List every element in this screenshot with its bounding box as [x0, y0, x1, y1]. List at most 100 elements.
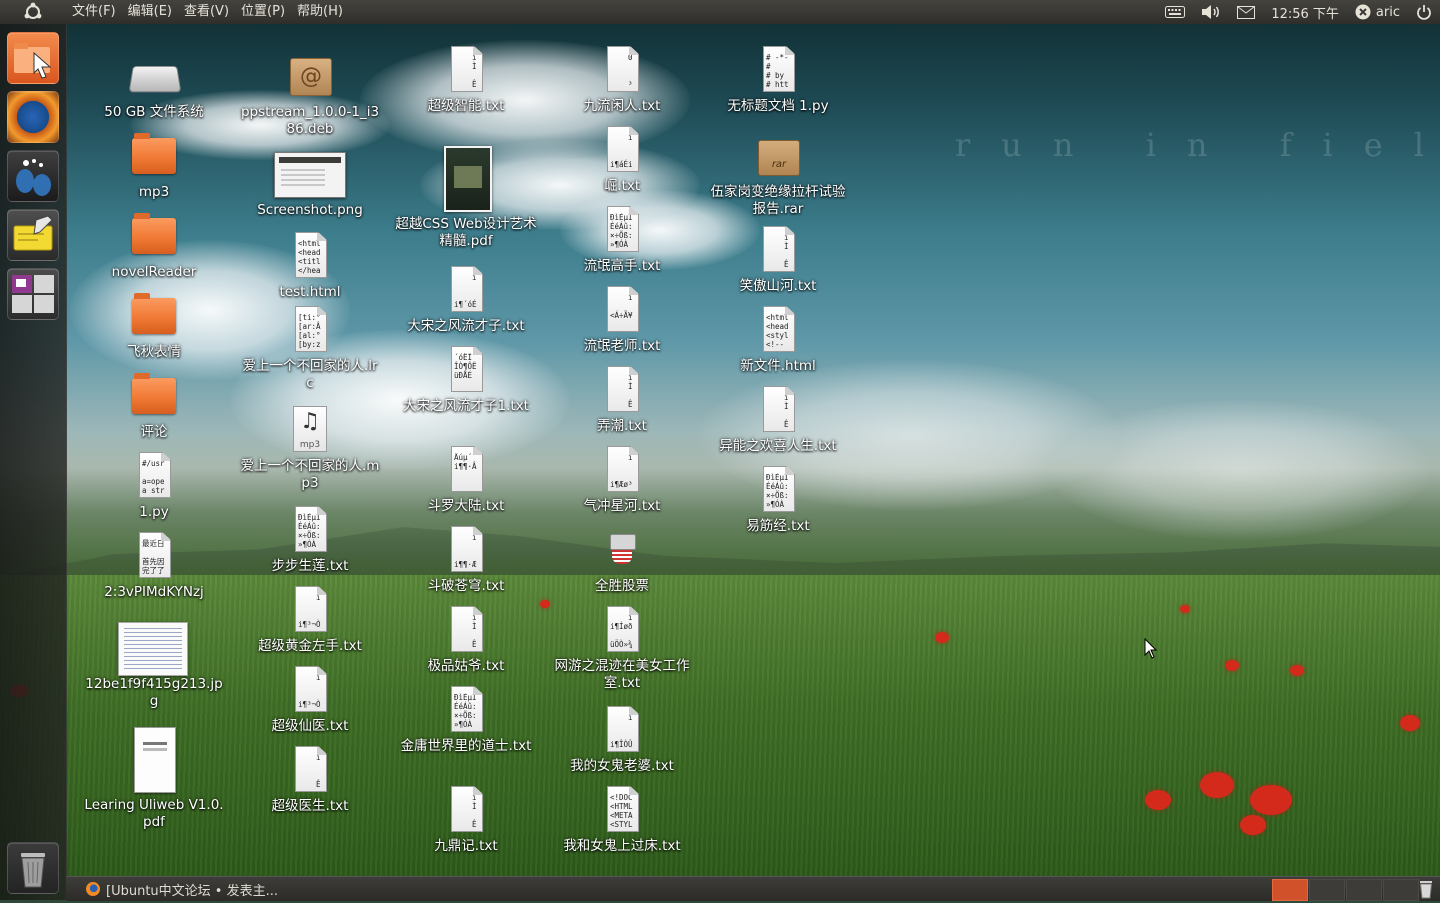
html-file-icon[interactable]: <html <head <styl <!-- 新文件.html: [703, 306, 853, 375]
icon-label: Screenshot.png: [257, 202, 363, 218]
audio-file-icon[interactable]: 爱上一个不回家的人.mp3: [235, 406, 385, 492]
power-icon[interactable]: [1408, 0, 1440, 24]
text-file-icon[interactable]: i Ì Ê 弄潮.txt: [547, 366, 697, 435]
notes-icon[interactable]: [7, 209, 59, 261]
drive-icon-50gb[interactable]: 50 GB 文件系统: [79, 52, 229, 121]
icon-label: mp3: [138, 184, 170, 200]
text-file-icon[interactable]: Äúµ´ i¶¶·Â 斗罗大陆.txt: [391, 446, 541, 515]
icon-label: 异能之欢喜人生.txt: [719, 438, 837, 454]
firefox-icon[interactable]: [7, 91, 59, 143]
folder-icon-pinglun[interactable]: 评论: [79, 372, 229, 441]
icon-label: 我和女鬼上过床.txt: [563, 838, 681, 854]
text-file-icon[interactable]: 0 ³ 九流闲人.txt: [547, 46, 697, 115]
gimp-icon[interactable]: [7, 150, 59, 202]
file-preview: i Ì Ê: [472, 613, 477, 649]
icon-label: 弄潮.txt: [597, 418, 647, 434]
icon-label: novelReader: [111, 264, 197, 280]
icon-label: 网游之混迹在美女工作室.txt: [554, 658, 690, 691]
taskbar-window-title: [Ubuntu中文论坛 • 发表主...: [106, 883, 278, 899]
workspace-1[interactable]: [1272, 879, 1308, 901]
text-file-icon[interactable]: i Ì Ê 九鼎记.txt: [391, 786, 541, 855]
text-file-icon[interactable]: i i¶³¬Ò 超级仙医.txt: [235, 666, 385, 735]
workspace-switcher-icon[interactable]: [7, 268, 59, 320]
text-file-icon[interactable]: i Ì Ê 极品姑爷.txt: [391, 606, 541, 675]
text-file-icon[interactable]: i i¶Æø³ 气冲星河.txt: [547, 446, 697, 515]
menu-edit[interactable]: 编辑(E): [122, 0, 178, 24]
text-file-icon[interactable]: i <Á÷Ã¥ 流氓老师.txt: [547, 286, 697, 355]
taskbar-window-button[interactable]: [Ubuntu中文论坛 • 发表主...: [80, 879, 284, 899]
icon-label: 极品姑爷.txt: [427, 658, 505, 674]
ubuntu-home-icon[interactable]: [18, 2, 48, 22]
menu-help[interactable]: 帮助(H): [291, 0, 349, 24]
file-preview: <html <head <titl </hea: [298, 239, 321, 275]
pdf-book-icon[interactable]: 超越CSS Web设计艺术精髓.pdf: [391, 146, 541, 250]
text-file-icon[interactable]: i Ì Ê 超级智能.txt: [391, 46, 541, 115]
icon-label: 笑傲山河.txt: [739, 278, 817, 294]
volume-icon[interactable]: [1193, 0, 1229, 24]
text-file-icon[interactable]: i i¶¶·Æ 斗破苍穹.txt: [391, 526, 541, 595]
files-icon[interactable]: [7, 32, 59, 84]
menu-places[interactable]: 位置(P): [235, 0, 291, 24]
html-file-icon[interactable]: <!DOC <HTML <META <STYL 我和女鬼上过床.txt: [547, 786, 697, 855]
icon-label: 流氓老师.txt: [583, 338, 661, 354]
user-name: aric: [1375, 4, 1400, 20]
text-file-icon[interactable]: ÐìÈµÏ ÉéÁû: ×÷Õß: »¶ÓÀ 金庸世界里的道士.txt: [391, 686, 541, 755]
indicator-area: 12:56 下午 aric: [1157, 0, 1440, 24]
text-file-icon[interactable]: i Ì Ê 笑傲山河.txt: [703, 226, 853, 295]
icon-label: 流氓高手.txt: [583, 258, 661, 274]
deb-package-icon[interactable]: ppstream_1.0.0-1_i386.deb: [235, 52, 385, 138]
folder-icon-feiqiu[interactable]: 飞秋表情: [79, 292, 229, 361]
python-file-icon[interactable]: # -*- # # by # htt 无标题文档 1.py: [703, 46, 853, 115]
text-file-icon[interactable]: #/usr a=ope a str 1.py: [79, 452, 229, 521]
keyboard-icon[interactable]: [1157, 0, 1193, 24]
text-file-icon[interactable]: ´óËÎ ÎÒ¶ÔË üÐÅÉ 大宋之风流才子1.txt: [391, 346, 541, 415]
icon-label: 超越CSS Web设计艺术精髓.pdf: [395, 216, 537, 249]
text-file-icon[interactable]: i Ì Ê 异能之欢喜人生.txt: [703, 386, 853, 455]
mail-icon[interactable]: [1229, 0, 1263, 24]
user-menu[interactable]: aric: [1347, 0, 1408, 24]
icon-label: 九鼎记.txt: [434, 838, 498, 854]
rar-archive-icon[interactable]: 伍家岗变绝缘拉杆试验报告.rar: [703, 132, 853, 218]
image-file-icon[interactable]: 12be1f9f415g213.jpg: [79, 622, 229, 710]
text-file-icon[interactable]: 最近日 首先因 完了了 2:3vPIMdKYNzj: [79, 532, 229, 601]
menu-file[interactable]: 文件(F): [66, 0, 122, 24]
folder-icon-novelreader[interactable]: novelReader: [79, 212, 229, 281]
file-preview: Äúµ´ i¶¶·Â: [454, 453, 477, 471]
text-file-icon[interactable]: ÐìÈµÏ ÉéÁû: ×÷Õß: »¶ÓÀ 易筋经.txt: [703, 466, 853, 535]
html-file-icon[interactable]: <html <head <titl </hea test.html: [235, 232, 385, 301]
text-file-icon[interactable]: i i¶´óÉ 大宋之风流才子.txt: [391, 266, 541, 335]
text-file-icon[interactable]: i i¶ÎÒÛ 我的女鬼老婆.txt: [547, 706, 697, 775]
workspace-3[interactable]: [1346, 879, 1382, 901]
file-preview: <html <head <styl <!--: [766, 313, 789, 349]
icon-label: 斗破苍穹.txt: [427, 578, 505, 594]
text-file-icon[interactable]: i i¶Íøð üÖÒ»¾ 网游之混迹在美女工作室.txt: [547, 606, 697, 692]
workspace-2[interactable]: [1309, 879, 1345, 901]
icon-label: 飞秋表情: [127, 344, 181, 360]
desktop: 50 GB 文件系统 mp3 novelReader 飞秋表情 评论 #/usr…: [66, 24, 1440, 876]
icon-label: 大宋之风流才子.txt: [407, 318, 525, 334]
file-preview: i Ì Ê: [472, 53, 477, 89]
text-file-icon[interactable]: i i¶³¬Ò 超级黄金左手.txt: [235, 586, 385, 655]
icon-label: 斗罗大陆.txt: [427, 498, 505, 514]
menu-view[interactable]: 查看(V): [178, 0, 235, 24]
lrc-file-icon[interactable]: [ti:° [ar:Â [al:° [by:z 爱上一个不回家的人.lrc: [235, 306, 385, 392]
icon-label: 爱上一个不回家的人.mp3: [240, 458, 380, 491]
text-file-icon[interactable]: i Ê 超级医生.txt: [235, 746, 385, 815]
folder-icon-mp3[interactable]: mp3: [79, 132, 229, 201]
file-preview: i i¶Æø³: [610, 453, 633, 489]
trash-icon[interactable]: [1416, 879, 1436, 899]
pdf-file-icon[interactable]: Learing Uliweb V1.0.pdf: [79, 727, 229, 831]
icon-label: 评论: [140, 424, 168, 440]
text-file-icon[interactable]: ÐìÈµÏ ÉéÁû: ×÷Õß: »¶ÓÀ 步步生莲.txt: [235, 506, 385, 575]
workspace-4[interactable]: [1383, 879, 1419, 901]
file-preview: # -*- # # by # htt: [766, 53, 789, 89]
icon-label: 2:3vPIMdKYNzj: [104, 584, 204, 600]
executable-icon[interactable]: 全胜股票: [547, 526, 697, 595]
trash-icon[interactable]: [7, 842, 59, 894]
png-file-icon[interactable]: Screenshot.png: [235, 150, 385, 219]
clock[interactable]: 12:56 下午: [1263, 0, 1347, 24]
text-file-icon[interactable]: i i¶áÉi 崛.txt: [547, 126, 697, 195]
icon-label: 大宋之风流才子1.txt: [403, 398, 529, 414]
icon-label: 步步生莲.txt: [271, 558, 349, 574]
text-file-icon[interactable]: ÐìÈµÏ ÉéÁû: ×÷Õß: »¶ÓÀ 流氓高手.txt: [547, 206, 697, 275]
